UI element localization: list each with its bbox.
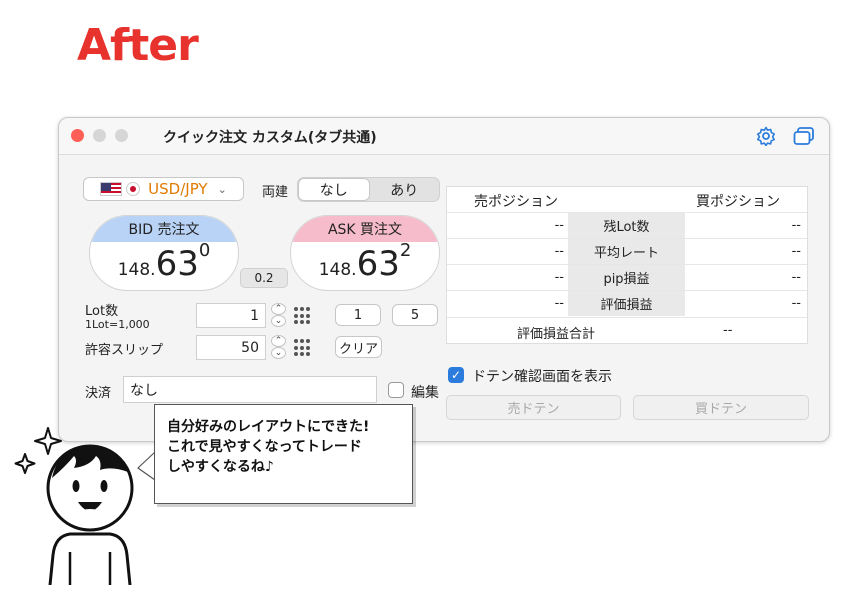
hedge-toggle: なし あり	[297, 177, 440, 202]
lot-stepper[interactable]: ⌃ ⌄	[271, 303, 286, 328]
edit-label: 編集	[411, 385, 439, 401]
slippage-stepper[interactable]: ⌃ ⌄	[271, 335, 286, 360]
ask-order-button[interactable]: ASK 買注文 148.632	[290, 215, 440, 291]
lot-preset-5-button[interactable]: 5	[392, 304, 438, 326]
chevron-down-icon[interactable]: ⌄	[271, 347, 286, 359]
lot-preset-1-button[interactable]: 1	[335, 304, 381, 326]
slippage-input[interactable]: 50	[196, 335, 266, 360]
us-flag-icon	[100, 182, 123, 196]
table-row: -- 残Lot数 --	[447, 212, 807, 238]
table-row: -- 評価損益 --	[447, 290, 807, 316]
currency-pair-label: USD/JPY	[148, 180, 208, 198]
buy-value: --	[791, 244, 801, 259]
minimize-window-button[interactable]	[93, 129, 106, 142]
keypad-icon[interactable]	[294, 307, 312, 325]
gear-icon[interactable]	[756, 126, 776, 146]
buy-doten-button[interactable]: 買ドテン	[633, 395, 809, 420]
row-label: 平均レート	[568, 239, 685, 264]
page-heading: After	[77, 20, 199, 71]
chevron-down-icon[interactable]: ⌄	[271, 315, 286, 327]
ask-price-prefix: 148.	[318, 260, 357, 280]
sell-value: --	[554, 270, 564, 285]
speech-bubble: 自分好みのレイアウトにできた! これで見やすくなってトレード しやすくなるね♪	[154, 404, 413, 504]
chevron-up-icon[interactable]: ⌃	[271, 303, 286, 315]
lot-input[interactable]: 1	[196, 303, 266, 328]
chevron-up-icon[interactable]: ⌃	[271, 335, 286, 347]
clear-button[interactable]: クリア	[335, 336, 382, 358]
quick-order-window: クイック注文 カスタム(タブ共通) USD/JPY ⌄ 両建 なし あり BID…	[58, 117, 830, 442]
mascot-character-icon	[14, 427, 134, 585]
speech-line: 自分好みのレイアウトにできた!	[167, 419, 370, 435]
buy-position-header: 買ポジション	[696, 194, 780, 210]
row-label: 残Lot数	[568, 213, 685, 238]
buy-value: --	[791, 296, 801, 311]
lot-unit-note: 1Lot=1,000	[85, 318, 150, 331]
total-value: --	[723, 323, 733, 338]
bid-price-big: 63	[155, 244, 199, 284]
sell-position-header: 売ポジション	[474, 194, 558, 210]
sell-value: --	[554, 244, 564, 259]
lot-label: Lot数	[85, 304, 119, 319]
row-label: 評価損益	[568, 291, 685, 316]
bid-price-sup: 0	[198, 240, 211, 261]
slippage-label: 許容スリップ	[85, 343, 164, 358]
bid-label: BID 売注文	[90, 216, 238, 242]
hedge-option-yes[interactable]: あり	[370, 178, 440, 201]
hedge-label: 両建	[262, 185, 289, 200]
settle-field[interactable]: なし	[123, 376, 377, 403]
sell-doten-button[interactable]: 売ドテン	[446, 395, 621, 420]
total-label: 評価損益合計	[517, 327, 596, 342]
ask-price-big: 63	[356, 244, 400, 284]
doten-confirm-checkbox[interactable]: ✓	[448, 367, 464, 383]
sell-value: --	[554, 218, 564, 233]
jp-flag-icon	[126, 182, 141, 196]
windows-icon[interactable]	[793, 127, 815, 145]
row-label: pip損益	[568, 265, 685, 290]
spread-badge: 0.2	[240, 268, 288, 288]
close-window-button[interactable]	[71, 129, 84, 142]
sell-value: --	[554, 296, 564, 311]
bid-price-prefix: 148.	[117, 260, 156, 280]
ask-price-sup: 2	[399, 240, 412, 261]
speech-line: しやすくなるね♪	[167, 459, 274, 475]
total-row: 評価損益合計 --	[447, 317, 807, 344]
zoom-window-button[interactable]	[115, 129, 128, 142]
doten-confirm-label: ドテン確認画面を表示	[472, 369, 612, 385]
bid-order-button[interactable]: BID 売注文 148.630	[89, 215, 239, 291]
ask-label: ASK 買注文	[291, 216, 439, 242]
buy-value: --	[791, 270, 801, 285]
speech-line: これで見やすくなってトレード	[167, 439, 362, 455]
ask-price: 148.632	[291, 240, 439, 284]
position-table: 売ポジション 買ポジション -- 残Lot数 -- -- 平均レート -- --…	[446, 186, 808, 344]
keypad-icon[interactable]	[294, 339, 312, 357]
settle-label: 決済	[85, 386, 112, 401]
edit-checkbox[interactable]	[388, 382, 404, 398]
buy-value: --	[791, 218, 801, 233]
title-bar: クイック注文 カスタム(タブ共通)	[59, 118, 829, 155]
chevron-down-icon: ⌄	[217, 182, 227, 196]
window-title: クイック注文 カスタム(タブ共通)	[163, 130, 377, 146]
table-row: -- pip損益 --	[447, 264, 807, 290]
bid-price: 148.630	[90, 240, 238, 284]
table-row: -- 平均レート --	[447, 238, 807, 264]
currency-pair-select[interactable]: USD/JPY ⌄	[83, 177, 244, 201]
hedge-option-none[interactable]: なし	[298, 178, 370, 201]
